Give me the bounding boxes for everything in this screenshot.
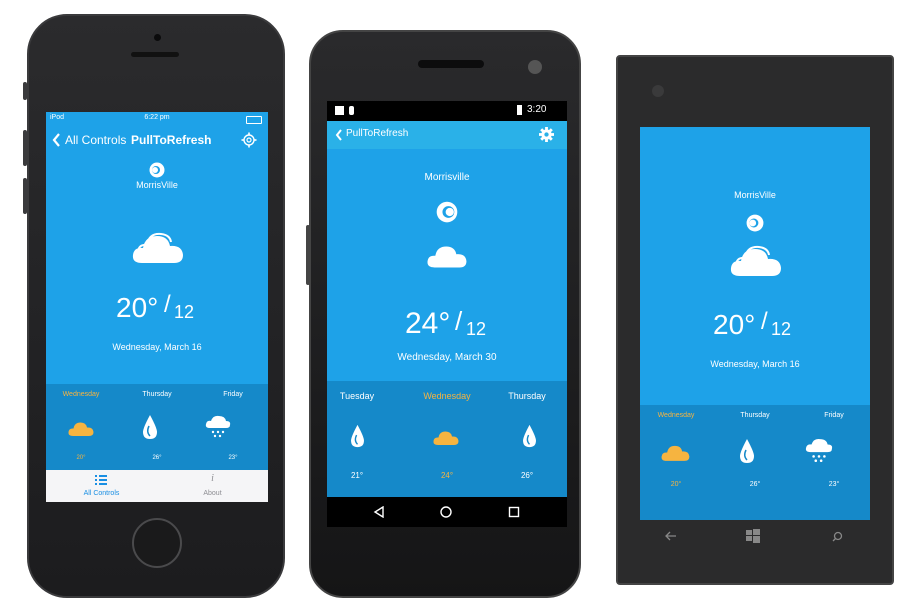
recents-square-icon[interactable] bbox=[508, 506, 520, 518]
forecast-day: Thursday bbox=[740, 412, 770, 419]
temperature-separator: / bbox=[761, 308, 768, 335]
date-label: Wednesday, March 16 bbox=[710, 359, 800, 369]
temperature-high: 24° bbox=[405, 307, 451, 340]
forecast-day: Wednesday bbox=[423, 391, 471, 401]
iphone-volume-up bbox=[23, 130, 27, 166]
chevron-left-icon bbox=[52, 133, 60, 147]
wp-camera bbox=[652, 85, 664, 97]
battery-icon bbox=[246, 116, 262, 124]
battery-icon bbox=[517, 105, 522, 115]
tab-bar: All Controls i About bbox=[46, 470, 268, 502]
iphone-home-button[interactable] bbox=[132, 518, 182, 568]
forecast-day: Thursday bbox=[508, 391, 546, 401]
refresh-spinner-icon bbox=[746, 214, 764, 232]
snow-cloud-icon bbox=[805, 439, 833, 462]
iphone-screen: iPod 6:22 pm All Controls PullToRefresh … bbox=[46, 112, 268, 502]
forecast-panel: Tuesday Wednesday Thursday 21° 24° 26° bbox=[327, 381, 567, 497]
city-name: MorrisVille bbox=[734, 190, 776, 200]
forecast-day: Thursday bbox=[142, 391, 172, 398]
notification-icon bbox=[335, 106, 344, 115]
page-title: PullToRefresh bbox=[131, 133, 212, 147]
rain-drop-icon bbox=[143, 415, 157, 439]
tab-all-controls[interactable]: All Controls bbox=[46, 470, 157, 502]
android-volume-button bbox=[306, 225, 310, 285]
forecast-temp: 26° bbox=[749, 481, 761, 488]
forecast-day: Wednesday bbox=[62, 391, 100, 398]
forecast-temp: 23° bbox=[828, 481, 840, 488]
tab-about[interactable]: i About bbox=[157, 470, 268, 502]
forecast-temp: 23° bbox=[228, 455, 238, 461]
cloud-icon bbox=[68, 422, 94, 436]
rain-drop-icon bbox=[740, 439, 754, 463]
date-label: Wednesday, March 30 bbox=[397, 352, 497, 363]
android-camera bbox=[528, 60, 542, 74]
forecast-temp: 20° bbox=[670, 481, 682, 488]
action-bar: PullToRefresh bbox=[327, 121, 567, 149]
wp-back-arrow-icon[interactable] bbox=[665, 531, 677, 541]
temperature-low: 12 bbox=[771, 319, 792, 339]
forecast-temp: 24° bbox=[440, 471, 454, 480]
iphone-volume-down bbox=[23, 178, 27, 214]
notification-icon bbox=[349, 106, 354, 115]
forecast-temp: 26° bbox=[152, 455, 162, 461]
home-circle-icon[interactable] bbox=[440, 506, 452, 518]
temperature-low: 12 bbox=[174, 302, 195, 322]
list-icon bbox=[95, 475, 107, 485]
back-triangle-icon[interactable] bbox=[373, 506, 385, 518]
snow-cloud-icon bbox=[205, 415, 231, 438]
rain-drop-icon bbox=[523, 424, 536, 448]
page-title: PullToRefresh bbox=[346, 128, 409, 139]
tab-label: All Controls bbox=[83, 490, 120, 497]
chevron-left-icon[interactable] bbox=[335, 129, 342, 141]
iphone-mute-switch bbox=[23, 82, 27, 100]
forecast-day: Friday bbox=[223, 391, 243, 398]
tab-label: About bbox=[203, 490, 222, 497]
cloud-icon bbox=[433, 431, 459, 445]
forecast-day: Wednesday bbox=[657, 412, 695, 419]
temperature-separator: / bbox=[455, 306, 463, 336]
cloud-icon bbox=[730, 245, 781, 276]
forecast-day: Friday bbox=[824, 412, 844, 419]
refresh-spinner-icon bbox=[436, 201, 458, 223]
city-name: Morrisville bbox=[424, 172, 470, 183]
iphone-earpiece bbox=[131, 52, 179, 57]
rain-drop-icon bbox=[351, 424, 364, 448]
gear-icon[interactable] bbox=[539, 127, 554, 142]
forecast-panel: Wednesday Thursday Friday 20° 26° 23° bbox=[640, 405, 870, 520]
date-label: Wednesday, March 16 bbox=[112, 342, 202, 352]
status-time: 3:20 bbox=[527, 104, 547, 115]
windows-logo-icon[interactable] bbox=[746, 529, 760, 543]
android-nav-bar bbox=[327, 497, 567, 527]
temperature-low: 12 bbox=[466, 319, 487, 339]
back-label: All Controls bbox=[65, 133, 127, 147]
refresh-spinner-icon bbox=[149, 162, 165, 178]
cloud-icon bbox=[427, 246, 467, 268]
android-speaker bbox=[418, 60, 484, 68]
status-bar: 3:20 bbox=[327, 101, 567, 121]
windows-phone-screen: MorrisVille 20° / 12 Wednesday, March 16… bbox=[640, 127, 870, 520]
forecast-temp: 26° bbox=[520, 471, 534, 480]
gear-icon[interactable] bbox=[241, 132, 257, 148]
forecast-panel: Wednesday Thursday Friday 20° 26° 23° bbox=[46, 384, 268, 470]
cloud-icon bbox=[661, 445, 690, 461]
info-icon: i bbox=[211, 473, 214, 484]
forecast-temp: 21° bbox=[350, 471, 364, 480]
cloud-icon bbox=[132, 232, 183, 263]
iphone-camera bbox=[154, 34, 161, 41]
temperature-high: 20° bbox=[116, 292, 159, 323]
forecast-temp: 20° bbox=[76, 455, 86, 461]
temperature-separator: / bbox=[164, 291, 171, 318]
android-screen: 3:20 PullToRefresh Morrisville 24° / 12 … bbox=[327, 101, 567, 527]
status-time: 6:22 pm bbox=[144, 114, 170, 121]
city-name: MorrisVille bbox=[136, 180, 178, 190]
search-icon[interactable] bbox=[832, 531, 843, 542]
forecast-day: Tuesday bbox=[339, 391, 375, 401]
temperature-high: 20° bbox=[713, 309, 756, 340]
